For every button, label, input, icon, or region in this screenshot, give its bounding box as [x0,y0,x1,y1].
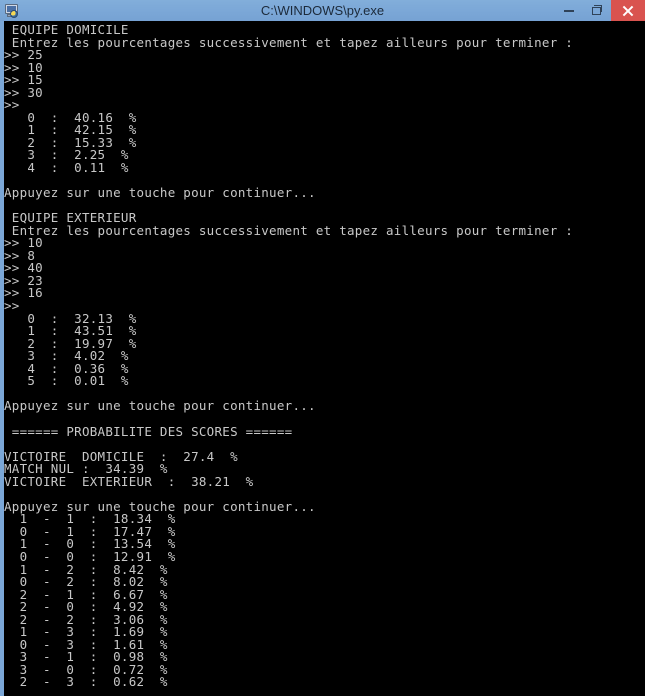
console-line: >> 25 [4,47,43,63]
console-line: Entrez les pourcentages successivement e… [4,222,574,238]
minimize-icon [564,9,574,12]
console-line: >> 8 [4,247,36,263]
console-line: >> 40 [4,260,43,276]
console-line: Appuyez sur une touche pour continuer... [4,185,316,201]
python-console-icon[interactable] [3,2,21,20]
restore-button[interactable] [583,0,611,21]
console-line: >> 15 [4,72,43,88]
console-window: C:\WINDOWS\py.exe EQUIPE DOMICILE Entrez… [0,0,645,696]
console-line: Entrez les pourcentages successivement e… [4,34,574,50]
title-bar[interactable]: C:\WINDOWS\py.exe [0,0,645,21]
python-logo-shape [10,10,18,18]
console-line: 2 - 3 : 0.62 % [4,674,168,690]
console-line: VICTOIRE EXTERIEUR : 38.21 % [4,473,254,489]
console-line: Appuyez sur une touche pour continuer... [4,398,316,414]
console-line: 4 : 0.11 % [4,160,129,176]
console-line: >> 23 [4,272,43,288]
caption-button-group [555,0,645,21]
console-line: >> 16 [4,285,43,301]
console-line: 5 : 0.01 % [4,373,129,389]
console-line: >> 10 [4,59,43,75]
console-output[interactable]: EQUIPE DOMICILE Entrez les pourcentages … [4,21,645,696]
console-line: >> 30 [4,84,43,100]
minimize-button[interactable] [555,0,583,21]
restore-icon-front [592,7,601,15]
console-line: >> 10 [4,235,43,251]
console-line: ====== PROBABILITE DES SCORES ====== [4,423,293,439]
close-button[interactable] [611,0,645,21]
window-title: C:\WINDOWS\py.exe [260,3,385,18]
window-client-area: EQUIPE DOMICILE Entrez les pourcentages … [0,21,645,696]
